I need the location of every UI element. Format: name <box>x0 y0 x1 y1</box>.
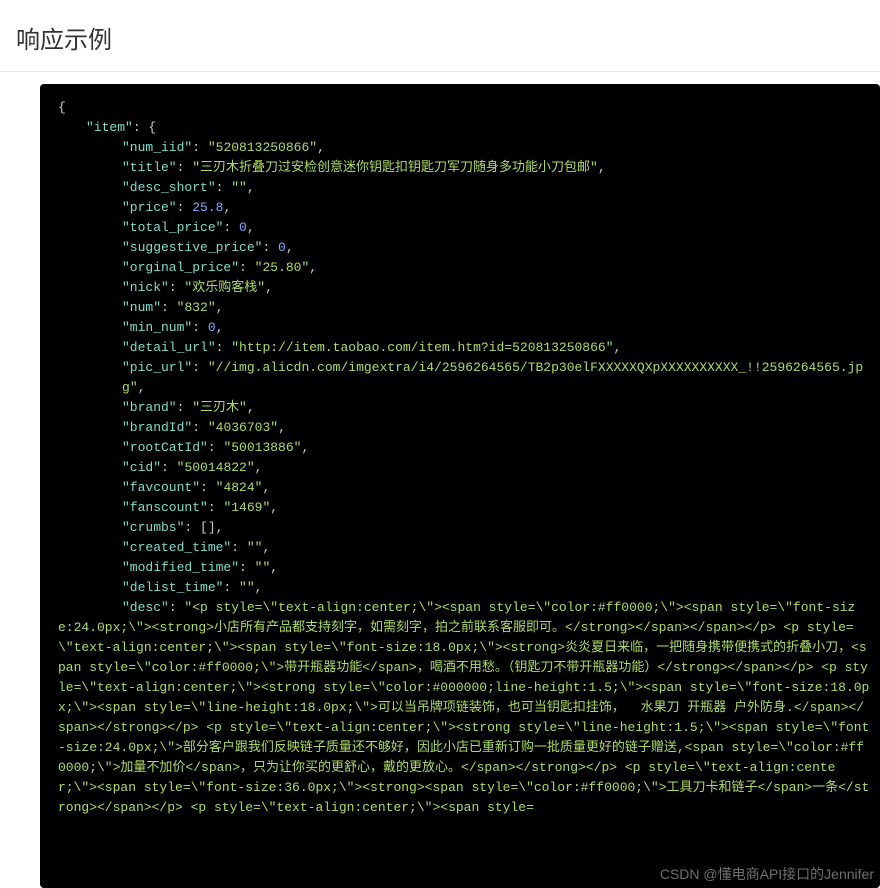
val-desc: "<p style=\"text-align:center;\"><span s… <box>58 600 869 815</box>
watermark: CSDN @懂电商API接口的Jennifer <box>660 864 874 884</box>
code-block: {"item": {"num_iid": "520813250866","tit… <box>40 84 880 888</box>
section-title: 响应示例 <box>0 0 880 72</box>
val-title: "三刃木折叠刀过安检创意迷你钥匙扣钥匙刀军刀随身多功能小刀包邮" <box>192 160 598 175</box>
val-num-iid: "520813250866" <box>208 140 317 155</box>
val-price: 25.8 <box>192 200 223 215</box>
